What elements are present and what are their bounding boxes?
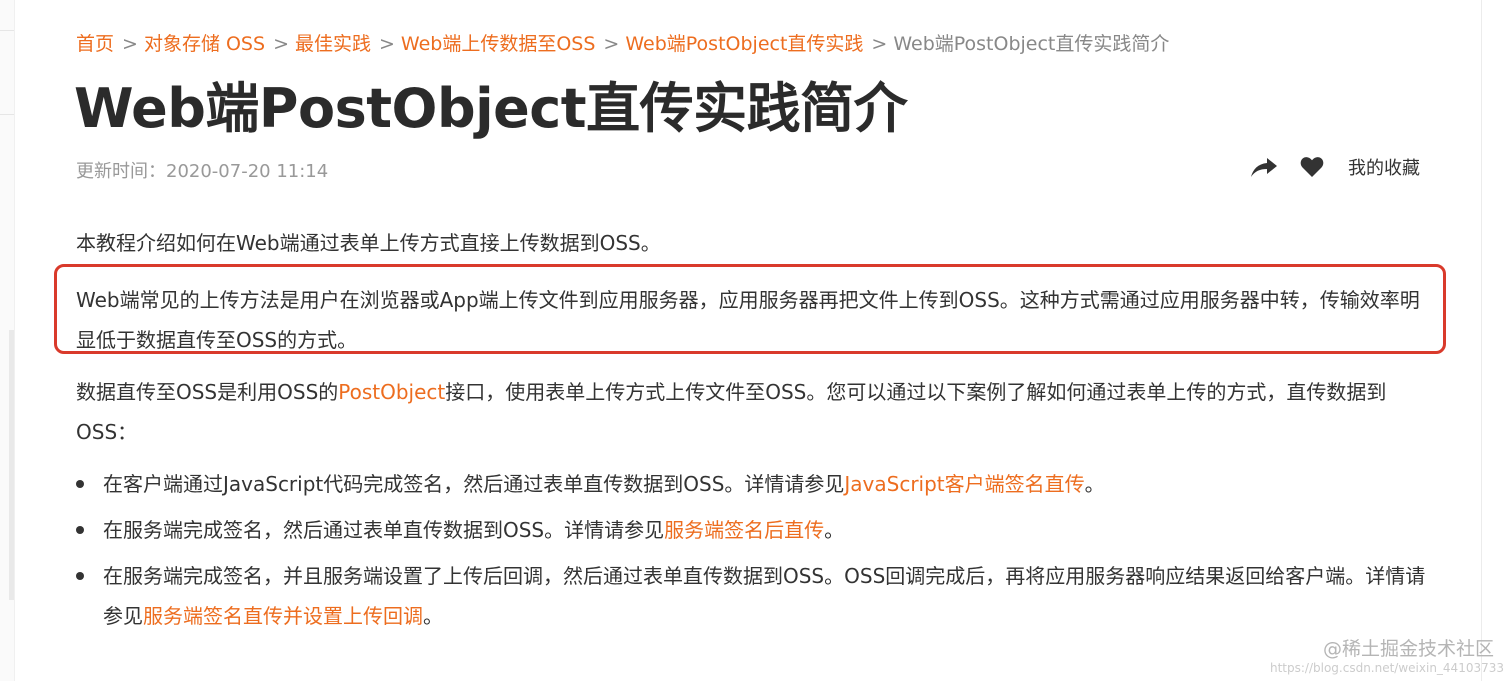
breadcrumb-separator: > [603,33,620,55]
breadcrumb-oss[interactable]: 对象存储 OSS [144,30,265,58]
bullet-icon [76,480,84,488]
bullet-icon [76,572,84,580]
share-arrow-icon[interactable] [1250,155,1278,179]
update-time-value: 2020-07-20 11:14 [166,161,329,182]
heart-icon[interactable] [1300,156,1324,178]
list-item-end: 。 [423,604,443,628]
update-time-label: 更新时间： [76,161,166,182]
list-item-end: 。 [824,518,845,542]
breadcrumb-separator: > [871,33,888,55]
watermark-url: https://blog.csdn.net/weixin_44103733 [1269,661,1504,675]
description-paragraph: 数据直传至OSS是利用OSS的PostObject接口，使用表单上传方式上传文件… [76,372,1416,452]
breadcrumb-postobject[interactable]: Web端PostObject直传实践 [625,30,863,58]
highlighted-paragraph: Web端常见的上传方法是用户在浏览器或App端上传文件到应用服务器，应用服务器再… [76,288,1420,352]
gutter-scroll-bar[interactable] [9,330,14,600]
page-title: Web端PostObject直传实践简介 [74,77,908,140]
list-item-end: 。 [1084,472,1105,496]
js-client-sign-link[interactable]: JavaScript客户端签名直传 [844,472,1084,496]
watermark: @稀土掘金技术社区 [1322,638,1494,660]
intro-paragraph: 本教程介绍如何在Web端通过表单上传方式直接上传数据到OSS。 [76,231,661,255]
page: 首页 > 对象存储 OSS > 最佳实践 > Web端上传数据至OSS > We… [0,0,1512,681]
gutter-divider [0,114,14,115]
bullet-icon [76,526,84,534]
breadcrumb-current: Web端PostObject直传实践简介 [893,33,1170,55]
postobject-link[interactable]: PostObject [338,380,445,404]
right-border [1481,0,1482,681]
breadcrumb: 首页 > 对象存储 OSS > 最佳实践 > Web端上传数据至OSS > We… [76,30,1169,58]
breadcrumb-home[interactable]: 首页 [76,30,114,58]
list-item-text: 在客户端通过JavaScript代码完成签名，然后通过表单直传数据到OSS。详情… [103,472,845,496]
my-favorites-button[interactable]: 我的收藏 [1348,154,1420,180]
case-list: 在客户端通过JavaScript代码完成签名，然后通过表单直传数据到OSS。详情… [76,464,1426,642]
description-text: 数据直传至OSS是利用OSS的 [76,380,339,404]
list-item: 在服务端完成签名，并且服务端设置了上传后回调，然后通过表单直传数据到OSS。OS… [76,556,1426,636]
server-sign-link[interactable]: 服务端签名后直传 [664,518,824,542]
list-item-text: 在服务端完成签名，然后通过表单直传数据到OSS。详情请参见 [103,518,665,542]
breadcrumb-best-practice[interactable]: 最佳实践 [295,30,371,58]
left-gutter [0,0,15,681]
breadcrumb-separator: > [273,33,289,55]
article-actions: 我的收藏 [1250,154,1420,180]
server-sign-callback-link[interactable]: 服务端签名直传并设置上传回调 [143,604,423,628]
breadcrumb-web-upload[interactable]: Web端上传数据至OSS [401,30,596,58]
breadcrumb-separator: > [379,33,395,55]
list-item: 在服务端完成签名，然后通过表单直传数据到OSS。详情请参见服务端签名后直传。 [76,510,1426,550]
gutter-divider [0,30,14,31]
update-time: 更新时间：2020-07-20 11:14 [76,158,328,186]
list-item: 在客户端通过JavaScript代码完成签名，然后通过表单直传数据到OSS。详情… [76,464,1426,504]
breadcrumb-separator: > [122,33,138,55]
